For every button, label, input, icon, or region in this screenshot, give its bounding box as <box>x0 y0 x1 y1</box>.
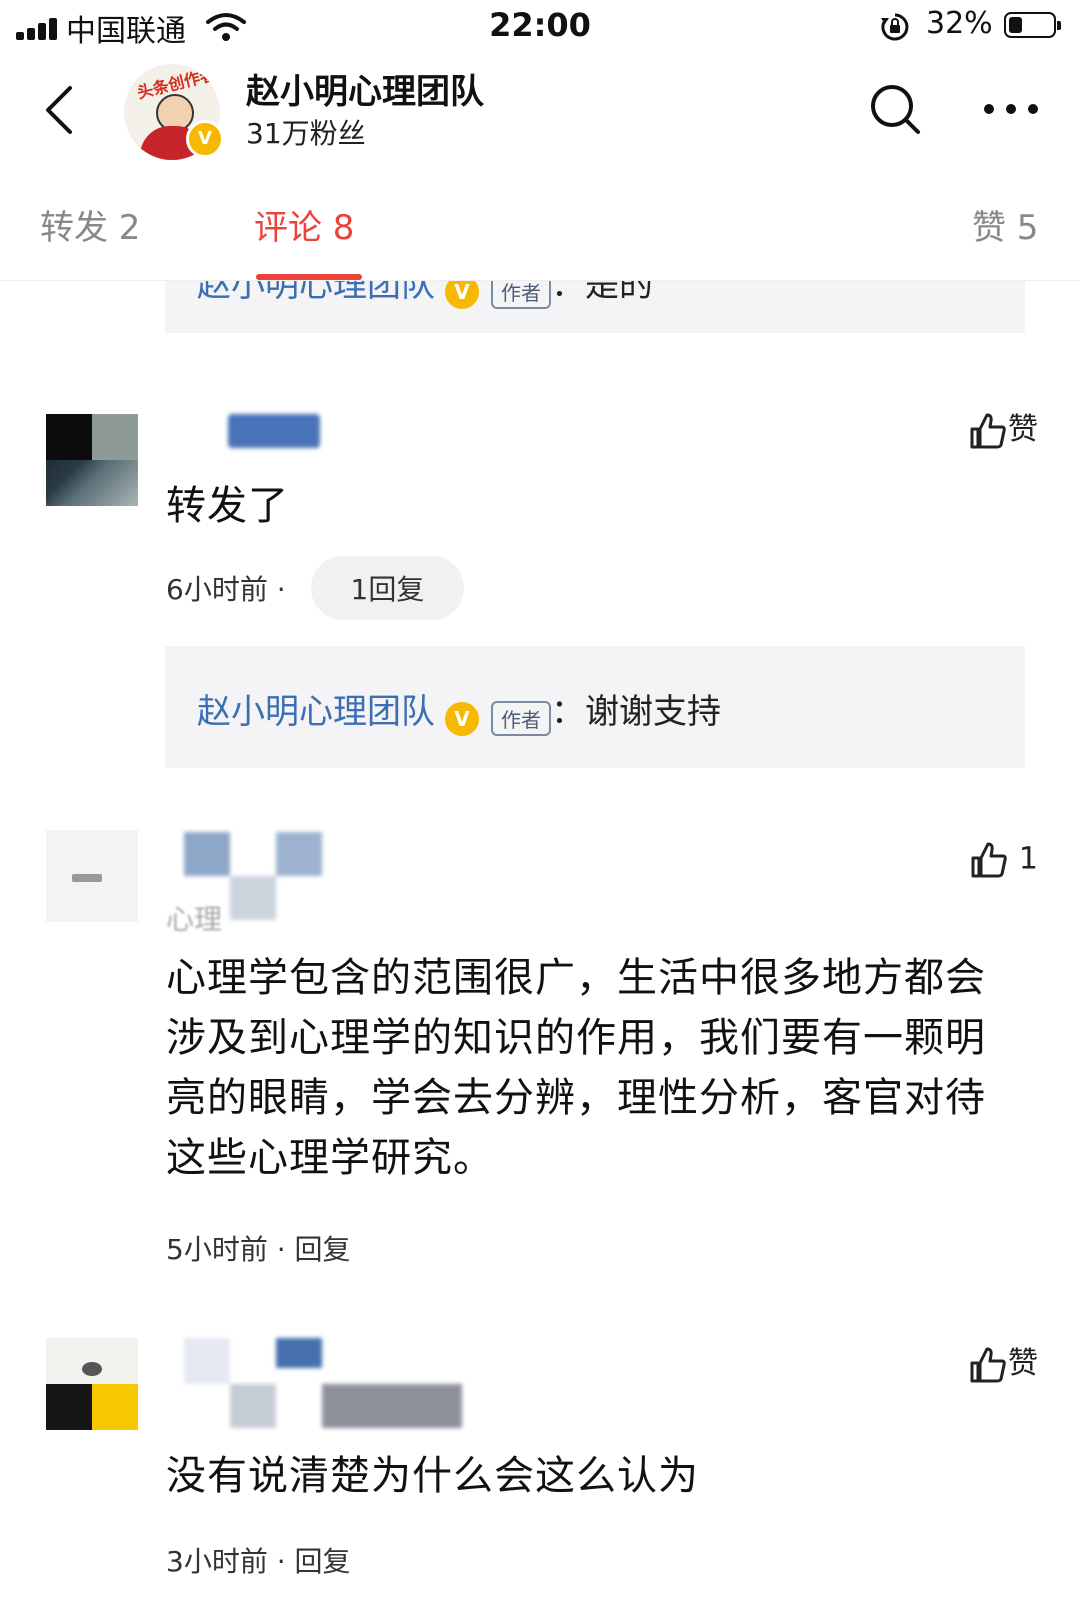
account-name[interactable]: 赵小明心理团队 <box>246 64 484 113</box>
reply-author-name[interactable]: 赵小明心理团队 <box>197 281 435 305</box>
thumbs-up-icon <box>970 1347 1006 1382</box>
commenter-avatar[interactable] <box>46 830 138 922</box>
author-tag: 作者 <box>491 701 551 736</box>
verified-badge-icon: V <box>445 281 479 309</box>
commenter-avatar[interactable] <box>46 414 138 506</box>
back-arrow-icon[interactable] <box>40 82 80 138</box>
like-label: 赞 <box>1008 1346 1038 1381</box>
comment-time: 5小时前 <box>166 1233 268 1266</box>
meta-separator: · <box>276 1233 286 1266</box>
like-count: 1 <box>1018 841 1038 877</box>
like-button[interactable]: 赞 <box>918 404 1038 451</box>
like-button[interactable]: 1 <box>918 840 1038 880</box>
more-dots-icon[interactable] <box>984 104 1044 118</box>
commenter-name-partial: 心理 <box>166 903 223 936</box>
like-label: 赞 <box>1008 412 1038 447</box>
search-icon[interactable] <box>868 82 922 136</box>
account-avatar[interactable]: 头条创作者 V <box>120 60 224 164</box>
battery-percent: 32% <box>926 6 993 41</box>
reply-button[interactable]: 回复 <box>295 1233 351 1266</box>
reply-count-button[interactable]: 1回复 <box>310 556 465 620</box>
comment-text: 心理学包含的范围很广，生活中很多地方都会涉及到心理学的知识的作用，我们要有一颗明… <box>166 955 986 1181</box>
like-button[interactable]: 赞 <box>918 1338 1038 1385</box>
comment-meta: 3小时前 · 回复 <box>166 1540 351 1580</box>
reply-text: ：是的 <box>551 281 653 305</box>
commenter-name-blurred[interactable] <box>184 1338 464 1430</box>
reply-author-name[interactable]: 赵小明心理团队 <box>197 692 435 732</box>
meta-separator: · <box>276 1545 286 1578</box>
comment-time: 3小时前 <box>166 1545 268 1578</box>
comment-meta: 5小时前 · 回复 <box>166 1228 351 1268</box>
commenter-avatar[interactable] <box>46 1338 138 1430</box>
comment-meta: 6小时前 · 1回复 <box>166 556 465 620</box>
account-header: 头条创作者 V 赵小明心理团队 31万粉丝 <box>0 52 1080 167</box>
verified-badge-icon: V <box>186 120 224 158</box>
rotation-lock-icon <box>881 13 909 41</box>
tab-bar: 转发 2 评论 8 赞 5 <box>0 166 1080 281</box>
thumbs-up-icon <box>971 842 1008 878</box>
author-reply-box[interactable]: 赵小明心理团队 V 作者 ：谢谢支持 <box>165 646 1025 768</box>
tab-comments[interactable]: 评论 8 <box>254 200 354 249</box>
reply-box-partial: 赵小明心理团队 V 作者 ：是的 <box>165 281 1025 333</box>
commenter-name-blurred[interactable] <box>228 414 320 448</box>
comment-text: 转发了 <box>166 483 289 529</box>
author-tag: 作者 <box>491 281 551 309</box>
reply-button[interactable]: 回复 <box>295 1545 351 1578</box>
comment-text: 没有说清楚为什么会这么认为 <box>166 1453 699 1499</box>
follower-count: 31万粉丝 <box>246 117 366 150</box>
status-bar: 中国联通 22:00 32% <box>0 0 1080 52</box>
comment-time: 6小时前 <box>166 573 268 606</box>
verified-badge-icon: V <box>445 701 479 736</box>
tab-repost[interactable]: 转发 2 <box>40 200 140 249</box>
thumbs-up-icon <box>970 413 1006 448</box>
battery-icon <box>1004 12 1061 38</box>
reply-text: ：谢谢支持 <box>551 692 721 732</box>
tab-likes[interactable]: 赞 5 <box>972 200 1038 249</box>
status-time: 22:00 <box>489 6 591 44</box>
active-tab-indicator <box>256 274 362 280</box>
meta-separator: · <box>276 573 286 606</box>
